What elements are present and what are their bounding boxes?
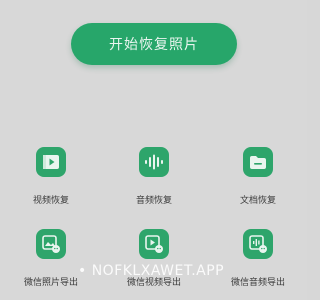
- start-photo-recovery-label: 开始恢复照片: [109, 37, 199, 53]
- wechat-photo-export-icon: [36, 229, 66, 259]
- wechat-video-export-icon: [139, 229, 169, 259]
- feature-video-recovery[interactable]: 视频恢复: [11, 147, 91, 209]
- feature-document-recovery[interactable]: 文档恢复: [218, 147, 298, 209]
- feature-wechat-video-export[interactable]: 微信视频导出: [114, 229, 194, 291]
- feature-label: 视频恢复: [32, 196, 69, 206]
- audio-waveform-icon: [139, 147, 169, 177]
- feature-label: 文档恢复: [239, 196, 276, 206]
- wechat-audio-export-icon: [243, 229, 273, 259]
- app-screen: 开始恢复照片 视频恢复 音频恢复 文档恢复 微信照片导出 微信视频导出 微信音频…: [0, 0, 307, 300]
- feature-audio-recovery[interactable]: 音频恢复: [114, 147, 194, 209]
- feature-wechat-audio-export[interactable]: 微信音频导出: [218, 229, 298, 291]
- feature-label: 音频恢复: [135, 196, 172, 206]
- watermark-text: • NOFKLXAWET.APP: [78, 263, 225, 279]
- feature-wechat-photo-export[interactable]: 微信照片导出: [11, 229, 91, 291]
- video-icon: [36, 147, 66, 177]
- start-photo-recovery-button[interactable]: 开始恢复照片: [71, 23, 237, 65]
- folder-icon: [243, 147, 273, 177]
